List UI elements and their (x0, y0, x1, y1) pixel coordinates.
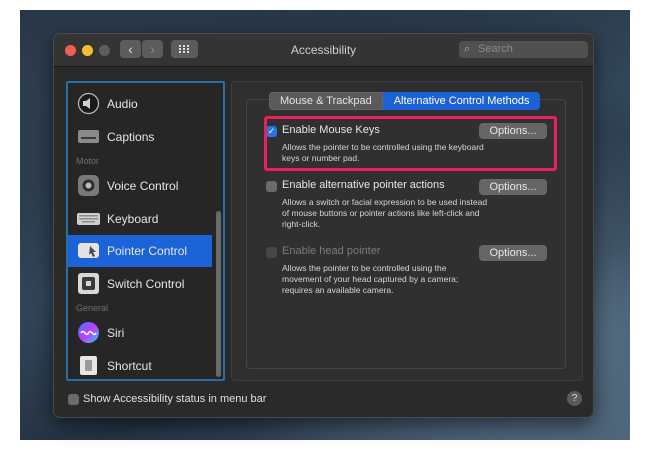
sidebar-item-pointer-control[interactable]: Pointer Control (68, 235, 212, 267)
head-pointer-label: Enable head pointer (282, 245, 381, 257)
sidebar-item-keyboard[interactable]: Keyboard (68, 203, 212, 235)
section-header-general: General (76, 303, 109, 313)
keyboard-icon (77, 207, 100, 230)
voice-control-icon (77, 174, 100, 197)
sidebar-item-voice-control[interactable]: Voice Control (68, 170, 212, 202)
description-line: Allows a switch or facial expression to … (282, 197, 488, 207)
question-mark-icon: ? (571, 393, 578, 404)
title-bar: ‹ › Accessibility ⌕ Search (54, 34, 593, 67)
alternative-pointer-actions-description: Allows a switch or facial expression to … (282, 197, 522, 230)
captions-icon (77, 125, 100, 148)
pointer-control-icon (77, 239, 100, 262)
sidebar-item-audio[interactable]: Audio (68, 88, 212, 120)
sidebar-item-shortcut[interactable]: Shortcut (68, 350, 212, 379)
alternative-pointer-options-button[interactable]: Options... (479, 179, 547, 195)
description-line: requires an available camera. (282, 285, 394, 295)
tab-mouse-trackpad[interactable]: Mouse & Trackpad (269, 92, 383, 110)
sidebar-item-label: Siri (107, 326, 125, 340)
description-line: Allows the pointer to be controlled usin… (282, 263, 447, 273)
sidebar-item-label: Shortcut (107, 359, 152, 373)
sidebar-item-switch-control[interactable]: Switch Control (68, 268, 212, 300)
sidebar-scrollbar[interactable] (216, 211, 221, 377)
sidebar: Audio Captions Motor Voice Control Keybo… (66, 81, 225, 381)
head-pointer-description: Allows the pointer to be controlled usin… (282, 263, 522, 296)
accessibility-window: ‹ › Accessibility ⌕ Search Audio Caption… (53, 33, 594, 418)
head-pointer-checkbox[interactable] (266, 247, 277, 258)
sidebar-item-label: Audio (107, 97, 138, 111)
speaker-icon (77, 92, 100, 115)
show-status-checkbox[interactable] (68, 394, 79, 405)
tab-alternative-control-methods[interactable]: Alternative Control Methods (382, 92, 541, 110)
alternative-pointer-actions-checkbox[interactable] (266, 181, 277, 192)
tab-bar: Mouse & Trackpad Alternative Control Met… (269, 92, 541, 110)
shortcut-icon (77, 354, 100, 377)
sidebar-item-label: Voice Control (107, 179, 179, 193)
description-line: right-click. (282, 219, 321, 229)
siri-icon (77, 321, 100, 344)
description-line: of mouse buttons or pointer actions like… (282, 208, 480, 218)
sidebar-item-siri[interactable]: Siri (68, 317, 212, 349)
search-placeholder: Search (478, 43, 513, 55)
head-pointer-options-button[interactable]: Options... (479, 245, 547, 261)
search-icon: ⌕ (464, 43, 471, 55)
alternative-pointer-actions-label: Enable alternative pointer actions (282, 179, 445, 191)
switch-control-icon (77, 272, 100, 295)
description-line: movement of your head captured by a came… (282, 274, 459, 284)
help-button[interactable]: ? (567, 391, 582, 406)
sidebar-item-captions[interactable]: Captions (68, 121, 212, 153)
section-header-motor: Motor (76, 156, 100, 166)
sidebar-item-label: Keyboard (107, 212, 159, 226)
search-field[interactable]: ⌕ Search (459, 41, 588, 58)
sidebar-item-label: Pointer Control (107, 244, 188, 258)
show-status-label: Show Accessibility status in menu bar (83, 393, 267, 405)
highlight-box (264, 116, 557, 171)
sidebar-item-label: Captions (107, 130, 155, 144)
sidebar-item-label: Switch Control (107, 277, 185, 291)
